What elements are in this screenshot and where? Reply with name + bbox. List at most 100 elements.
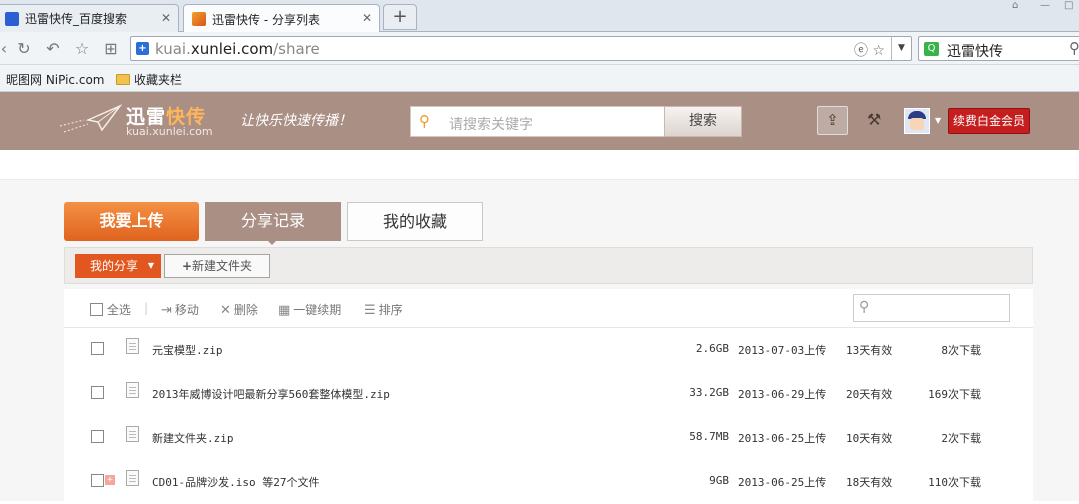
new-tab-button[interactable]: + <box>383 4 417 30</box>
site-slogan: 让快乐快速传播！ <box>240 113 352 129</box>
select-all-checkbox[interactable]: 全选 <box>90 301 131 318</box>
file-filter-input[interactable]: ⚲ <box>853 294 1010 322</box>
expand-plus-icon[interactable]: + <box>105 475 115 485</box>
upload-share-icon[interactable]: ⇪ <box>817 106 848 135</box>
download-count: 2次下载 <box>941 432 981 445</box>
file-icon <box>126 382 139 398</box>
validity: 10天有效 <box>846 432 893 445</box>
search-icon: ⚲ <box>419 112 430 130</box>
file-name[interactable]: 2013年威博设计吧最新分享560套整体模型.zip <box>152 386 390 402</box>
close-icon[interactable]: ✕ <box>362 11 372 25</box>
address-bar[interactable]: + kuai.xunlei.com/share ⓔ ☆ ▼ <box>130 36 912 61</box>
table-row[interactable]: 新建文件夹.zip 58.7MB 2013-06-25上传 10天有效 2次下载 <box>64 416 1033 460</box>
file-icon <box>126 338 139 354</box>
file-list-panel: 全选 | ⇥ 移动 ✕ 删除 ▦ 一键续期 ☰ 排序 ⚲ 元宝模型.zip 2.6GB … <box>64 289 1033 501</box>
chevron-down-icon[interactable]: ▼ <box>935 116 941 125</box>
search-icon[interactable]: ⚲ <box>1069 39 1079 57</box>
move-button[interactable]: ⇥ 移动 <box>161 301 199 318</box>
active-tab-pointer <box>267 240 277 245</box>
table-row[interactable]: 元宝模型.zip 2.6GB 2013-07-03上传 13天有效 8次下载 <box>64 328 1033 372</box>
plus-icon: + <box>181 259 193 273</box>
bookmarks-bar: 昵图网 NiPic.com 收藏夹栏 <box>0 65 1079 92</box>
upload-date: 2013-06-25上传 <box>738 476 827 489</box>
browser-search-box[interactable]: Q 迅雷快传 ⚲ <box>918 36 1079 61</box>
checkbox[interactable] <box>90 303 103 316</box>
tab-share-records[interactable]: 分享记录 <box>205 202 341 245</box>
search-engine-text[interactable]: 迅雷快传 <box>947 41 1003 61</box>
search-engine-icon: Q <box>924 42 939 56</box>
chevron-down-icon[interactable]: ▼ <box>891 37 911 60</box>
tab-title: 迅雷快传_百度搜索 <box>25 12 128 26</box>
calendar-icon: ▦ <box>278 303 291 318</box>
header-spacer <box>0 150 1079 180</box>
navigation-bar: ‹ ↻ ↶ ☆ ⊞ + kuai.xunlei.com/share ⓔ ☆ ▼ … <box>0 32 1079 65</box>
row-checkbox[interactable] <box>91 386 104 399</box>
download-count: 169次下载 <box>928 388 981 401</box>
file-actions-bar: 全选 | ⇥ 移动 ✕ 删除 ▦ 一键续期 ☰ 排序 ⚲ <box>64 289 1033 328</box>
file-name[interactable]: 新建文件夹.zip <box>152 430 234 446</box>
tools-icon[interactable]: ⚒ <box>867 110 881 129</box>
site-search-button[interactable]: 搜索 <box>664 106 742 137</box>
site-header: 迅雷快传 kuai.xunlei.com 让快乐快速传播！ ⚲ 请搜索关键字 搜… <box>0 92 1079 150</box>
apps-grid-icon[interactable]: ⊞ <box>101 39 121 59</box>
new-folder-button[interactable]: +新建文件夹 <box>164 254 270 278</box>
browser-tab-xunlei[interactable]: 迅雷快传 - 分享列表 ✕ <box>183 4 380 33</box>
file-name[interactable]: CD01-品牌沙发.iso 等27个文件 <box>152 474 319 490</box>
tab-upload[interactable]: 我要上传 <box>64 202 199 241</box>
home-icon[interactable]: ⌂ <box>1012 0 1018 11</box>
file-name[interactable]: 元宝模型.zip <box>152 342 223 358</box>
site-search-input[interactable]: ⚲ 请搜索关键字 <box>410 106 665 137</box>
chevron-down-icon: ▼ <box>147 261 154 270</box>
address-text[interactable]: kuai.xunlei.com/share <box>155 40 320 58</box>
download-count: 110次下载 <box>928 476 981 489</box>
sort-list-icon: ☰ <box>364 303 376 318</box>
validity: 13天有效 <box>846 344 893 357</box>
bookmark-nipic[interactable]: 昵图网 NiPic.com <box>6 71 104 88</box>
file-icon <box>126 426 139 442</box>
upload-date: 2013-06-29上传 <box>738 388 827 401</box>
file-size: 2.6GB <box>695 342 729 355</box>
download-count: 8次下载 <box>941 344 981 357</box>
tab-title: 迅雷快传 - 分享列表 <box>212 12 320 27</box>
bookmark-favorites-folder[interactable]: 收藏夹栏 <box>116 71 182 88</box>
undo-icon[interactable]: ↶ <box>43 39 63 59</box>
browser-tab-baidu[interactable]: 迅雷快传_百度搜索 ✕ <box>0 4 179 32</box>
validity: 20天有效 <box>846 388 893 401</box>
search-icon: ⚲ <box>859 299 870 315</box>
my-share-dropdown[interactable]: 我的分享 ▼ <box>75 254 161 278</box>
maximize-icon[interactable]: □ <box>1064 0 1073 11</box>
file-icon <box>126 470 139 486</box>
minimize-icon[interactable]: — <box>1040 0 1050 11</box>
file-size: 33.2GB <box>689 386 729 399</box>
back-icon[interactable]: ‹ <box>0 39 14 59</box>
browser-tab-bar: 迅雷快传_百度搜索 ✕ 迅雷快传 - 分享列表 ✕ + ⌂ — □ <box>0 0 1079 33</box>
validity: 18天有效 <box>846 476 893 489</box>
row-checkbox[interactable] <box>91 474 104 487</box>
renew-vip-button[interactable]: 续费白金会员 <box>948 108 1030 134</box>
file-size: 58.7MB <box>689 430 729 443</box>
tab-my-favorites[interactable]: 我的收藏 <box>347 202 483 241</box>
divider: | <box>144 301 149 315</box>
site-logo-url: kuai.xunlei.com <box>126 125 213 138</box>
compat-icon[interactable]: ⓔ ☆ <box>854 40 885 60</box>
renew-button[interactable]: ▦ 一键续期 <box>278 301 341 318</box>
row-checkbox[interactable] <box>91 342 104 355</box>
share-toolbar: 我的分享 ▼ +新建文件夹 <box>64 247 1033 284</box>
file-size: 9GB <box>709 474 729 487</box>
sort-button[interactable]: ☰ 排序 <box>364 301 403 318</box>
close-icon[interactable]: ✕ <box>161 11 171 25</box>
table-row[interactable]: + CD01-品牌沙发.iso 等27个文件 9GB 2013-06-25上传 … <box>64 460 1033 504</box>
move-icon: ⇥ <box>161 303 172 318</box>
avatar[interactable] <box>904 108 930 134</box>
delete-button[interactable]: ✕ 删除 <box>220 301 258 318</box>
star-icon[interactable]: ☆ <box>72 39 92 59</box>
table-row[interactable]: 2013年威博设计吧最新分享560套整体模型.zip 33.2GB 2013-0… <box>64 372 1033 416</box>
upload-date: 2013-07-03上传 <box>738 344 827 357</box>
xunlei-plane-icon <box>192 12 206 26</box>
folder-icon <box>116 74 130 85</box>
refresh-icon[interactable]: ↻ <box>14 39 34 59</box>
row-checkbox[interactable] <box>91 430 104 443</box>
delete-x-icon: ✕ <box>220 303 231 318</box>
paper-plane-logo-icon <box>59 104 122 133</box>
baidu-paw-icon <box>5 11 19 26</box>
